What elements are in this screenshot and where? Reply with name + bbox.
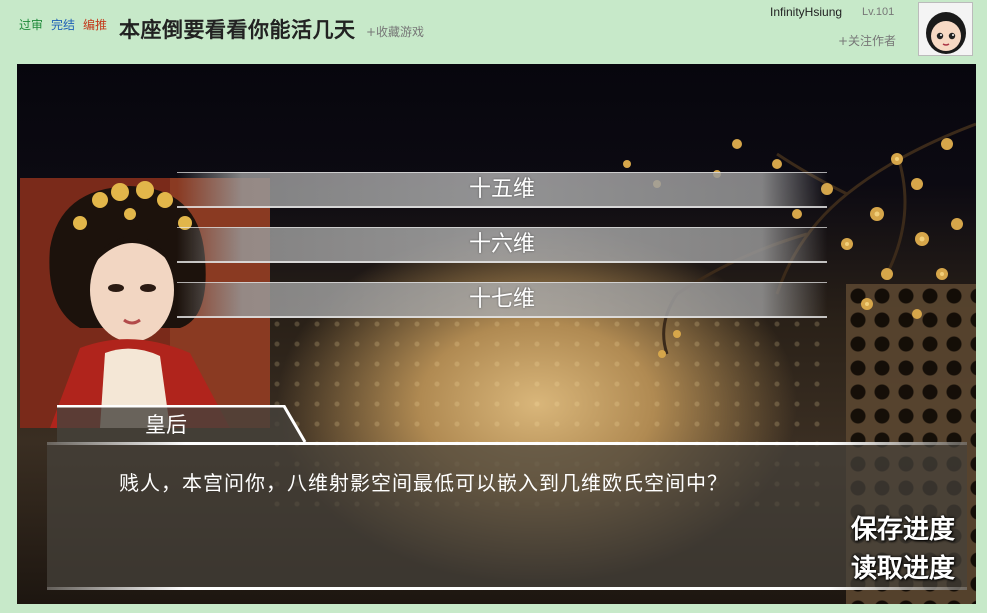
badge-editor-pick: 编推 — [83, 18, 108, 32]
load-progress-button[interactable]: 读取进度 — [851, 548, 955, 585]
dialogue-top-border — [47, 442, 967, 445]
dialogue-text: 贱人，本宫问你，八维射影空间最低可以嵌入到几维欧氏空间中？ — [119, 471, 728, 495]
badge-approved: 过审 — [19, 18, 44, 32]
avatar-icon — [919, 3, 972, 55]
dialogue-bottom-border — [47, 587, 967, 590]
page: 过审 完结 编推 本座倒要看看你能活几天 +收藏游戏 InfinityHsiun… — [0, 0, 987, 613]
author-level: Lv.101 — [862, 6, 895, 18]
badge-completed: 完结 — [51, 18, 76, 32]
badge-group: 过审 完结 编推 — [18, 17, 108, 33]
author-avatar[interactable] — [918, 2, 973, 56]
speaker-name: 皇后 — [145, 413, 187, 437]
choice-option-2[interactable]: 十六维 — [177, 227, 827, 263]
game-canvas[interactable]: 十五维 十六维 十七维 皇后 贱人，本宫问你，八维射影空间最低可以嵌入到几维欧氏… — [17, 64, 976, 604]
follow-author-link[interactable]: +关注作者 — [838, 32, 896, 49]
choice-option-3[interactable]: 十七维 — [177, 282, 827, 318]
author-name-link[interactable]: InfinityHsiung — [770, 5, 842, 19]
favorite-game-link[interactable]: +收藏游戏 — [366, 23, 424, 40]
game-title: 本座倒要看看你能活几天 — [119, 18, 356, 42]
save-progress-button[interactable]: 保存进度 — [851, 509, 955, 546]
choice-option-1[interactable]: 十五维 — [177, 172, 827, 208]
dialogue-box[interactable] — [47, 442, 967, 590]
